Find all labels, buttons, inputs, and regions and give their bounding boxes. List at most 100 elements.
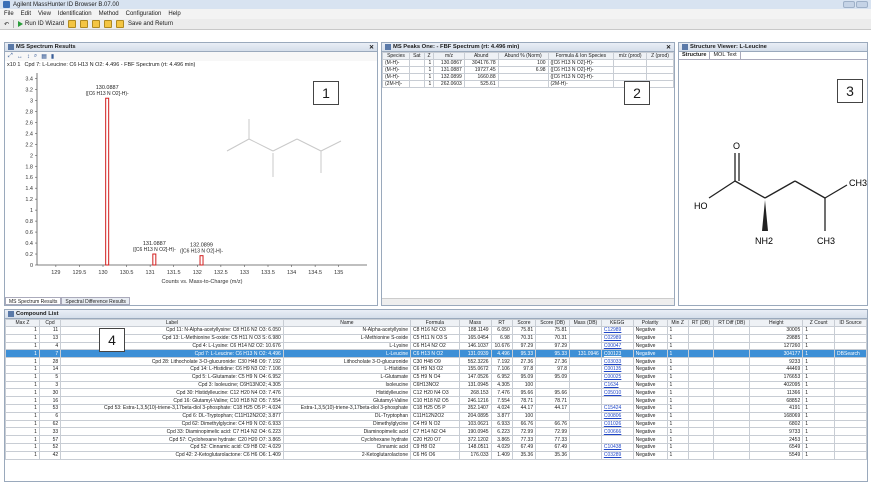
kegg-link[interactable]: C1634 [604,382,619,388]
compound-row[interactable]: 1 6 Cpd 6: DL-Tryptophan; C11H12N2O2; 3.87… [5,411,867,421]
kegg-link[interactable]: C00806 [604,413,622,419]
tab-ms-spectrum-results[interactable]: MS Spectrum Results [5,297,62,305]
pan-icon[interactable]: ↔ [17,54,23,60]
close-icon[interactable]: ✕ [666,44,671,51]
report-icon[interactable] [116,20,125,28]
peaks-row[interactable]: (M-H)- 1 131.0887 19727.45 6.98 ([C6 H13 N O2… [382,66,674,74]
compound-row[interactable]: 1 7 Cpd 7: L-Leucine: C6 H13 N O2: 4.496 L-… [5,349,867,359]
compare-icon[interactable] [104,20,113,28]
peaks-col-header[interactable]: Z [423,52,435,60]
kegg-link[interactable]: C02989 [604,335,622,341]
horizontal-scrollbar[interactable] [382,298,674,305]
compound-row[interactable]: 1 13 Cpd 13: L-Methionine S-oxide: C5 H11 … [5,333,867,343]
peaks-col-header[interactable]: Abund % (Norm) [497,52,549,60]
compound-col-header[interactable]: Max Z [5,319,40,327]
compound-row[interactable]: 1 16 Cpd 16: Glutamyl-Valine; C10 H18 N2 O… [5,396,867,405]
compound-row[interactable]: 1 30 Cpd 30: Histidylleucine: C12 H20 N4 O… [5,388,867,398]
table-icon[interactable]: ▦ [41,53,47,60]
menu-help[interactable]: Help [168,11,180,17]
peaks-row[interactable]: (M-H)- 1 132.0899 1660.88 ([C6 H13 N O2]-H)- [382,73,674,81]
tab-mol-text[interactable]: MOL Text [710,52,741,59]
kegg-link[interactable]: C00025 [604,374,622,380]
compound-cell [569,419,602,429]
kegg-link[interactable]: C15424 [604,405,622,411]
undo-button[interactable]: ↶ [4,21,9,28]
run-id-wizard-button[interactable]: Run ID Wizard [18,21,64,27]
kegg-link[interactable]: C00123 [604,351,622,357]
peaks-col-header[interactable]: Sat [408,52,425,60]
compound-row[interactable]: 1 5 Cpd 5: L-Glutamate: C5 H9 N O4: 6.952 L… [5,372,867,382]
compound-col-header[interactable]: ID Source [834,319,867,327]
kegg-link[interactable]: C12989 [604,327,622,333]
save-and-return-button[interactable]: Save and Return [128,21,173,27]
compound-row[interactable]: 1 14 Cpd 14: L-Histidine: C6 H9 N3 O2: 7.1… [5,364,867,374]
compound-row[interactable]: 1 3 Cpd 3: Isoleucine; C6H13NO2; 4.305 Isol… [5,380,867,390]
kegg-link[interactable]: C05010 [604,390,622,396]
kegg-link[interactable]: C03033 [604,359,622,365]
close-icon[interactable]: ✕ [369,44,374,51]
compound-row[interactable]: 1 52 Cpd 52: Cinnamic acid: C9 H8 O2: 4.02… [5,442,867,452]
compound-col-header[interactable]: Score (DB) [535,319,571,327]
compound-row[interactable]: 1 57 Cpd 57: Cyclohexane hydrate: C20 H20 … [5,435,867,444]
compound-row[interactable]: 1 33 Cpd 33: Diaminopimelic acid: C7 H14 N… [5,427,867,437]
compound-col-header[interactable]: KEGG [600,319,634,327]
peaks-col-header[interactable]: m/z (prod) [613,52,648,60]
compound-col-header[interactable]: Score [511,319,537,327]
maximize-button[interactable] [856,1,868,8]
compound-cell: 147.0526 [458,372,492,382]
compound-col-header[interactable]: Cpd [38,319,62,327]
compound-col-header[interactable]: Min Z [666,319,689,327]
peaks-row[interactable]: (M-H)- 1 130.0867 304176.78 100 ([C6 H13 N O2… [382,59,674,67]
compound-col-header[interactable]: RT [490,319,513,327]
tab-structure[interactable]: Structure [679,52,711,59]
zoom-icon[interactable]: ⤢ [8,53,13,60]
chart-icon[interactable] [68,20,77,28]
menu-configuration[interactable]: Configuration [126,11,162,17]
compound-row[interactable]: 1 42 Cpd 42: 2-Ketoglutarolactone: C6 H6 O… [5,450,867,460]
compound-row[interactable]: 1 4 Cpd 4: L-Lysine: C6 H14 N2 O2: 10.676 L… [5,341,867,351]
minimize-button[interactable] [843,1,855,8]
kegg-link[interactable]: C03289 [604,452,622,458]
peaks-col-header[interactable]: Z (prod) [646,52,674,60]
compound-col-header[interactable]: Label [60,319,284,327]
peaks-cell [646,80,674,88]
search-icon[interactable]: ⌕ [34,53,37,60]
peaks-col-header[interactable]: m/z [433,52,465,60]
menu-file[interactable]: File [4,11,14,17]
compound-col-header[interactable]: RT (DB) [687,319,715,327]
kegg-cell [600,435,634,444]
compound-col-header[interactable]: Z Count [802,319,836,327]
peaks-col-header[interactable]: Abund [463,52,499,60]
compound-cell: C20 H20 O7 [410,435,460,444]
filter-icon[interactable] [92,20,101,28]
menu-method[interactable]: Method [99,11,119,17]
tab-spectral-difference-results[interactable]: Spectral Difference Results [61,297,130,305]
compound-col-header[interactable]: RT Diff (DB) [713,319,751,327]
peak-icon[interactable]: ▮ [51,53,54,60]
compound-row[interactable]: 1 28 Cpd 28: Lithocholate 3-O-glucuronide:… [5,357,867,366]
compound-col-header[interactable]: Mass [458,319,492,327]
compound-col-header[interactable]: Mass (DB) [569,319,602,327]
toolbar-separator [13,20,15,28]
scale-icon[interactable]: ↕ [27,54,30,60]
compound-row[interactable]: 1 11 Cpd 11: N-Alpha-acetyllysine: C8 H16 … [5,326,867,335]
kegg-link[interactable]: C00135 [604,366,622,372]
compound-row[interactable]: 1 53 Cpd 53: Estra-1,3,5(10)-triene-3,17be… [5,403,867,413]
compound-cell: L-Histidine [282,364,412,374]
menu-edit[interactable]: Edit [21,11,31,17]
menu-identification[interactable]: Identification [58,11,92,17]
compound-col-header[interactable]: Formula [410,319,460,327]
peaks-icon[interactable] [80,20,89,28]
peaks-col-header[interactable]: Formula & Ion Species [547,52,615,60]
compound-row[interactable]: 1 62 Cpd 62: Dimethylglycine: C4 H9 N O2: … [5,419,867,429]
kegg-link[interactable]: C00047 [604,343,622,349]
compound-col-header[interactable]: Polarity [632,319,668,327]
kegg-link[interactable]: C00666 [604,429,622,435]
kegg-link[interactable]: C10438 [604,444,622,450]
peaks-col-header[interactable]: Species [382,52,410,60]
compound-col-header[interactable]: Height [749,319,804,327]
menu-view[interactable]: View [38,11,51,17]
kegg-link[interactable]: C01026 [604,421,622,427]
compound-col-header[interactable]: Name [282,319,412,327]
peaks-cell: (M-H)- [382,66,410,74]
